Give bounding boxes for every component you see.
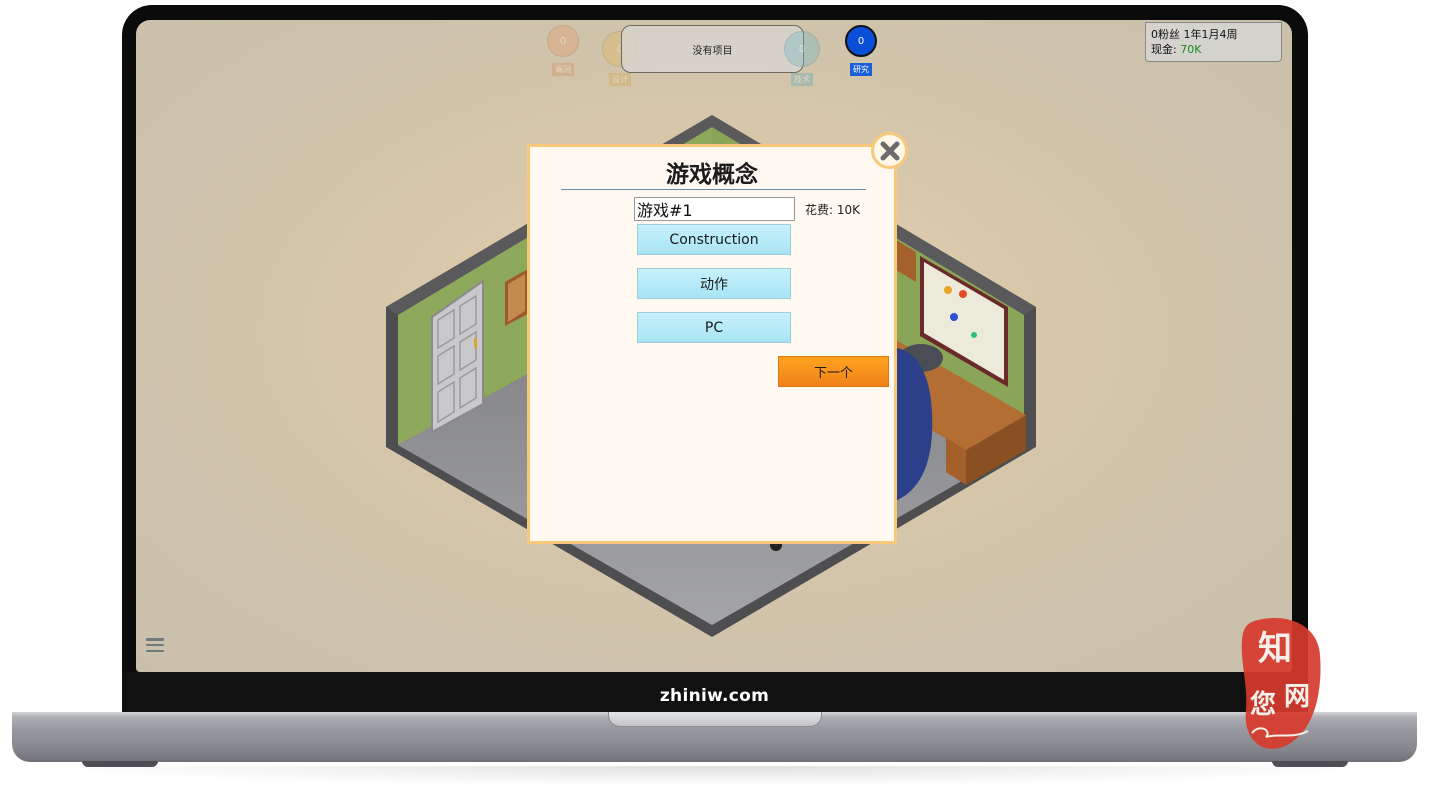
cash-value: 70K bbox=[1180, 43, 1202, 56]
game-screen: 0 漏洞 0 设计 没有项目 0 技术 0 研究 0粉丝 1年1月4周 现金: … bbox=[136, 20, 1292, 672]
tech-counter: 0 bbox=[784, 31, 820, 67]
page: 0 漏洞 0 设计 没有项目 0 技术 0 研究 0粉丝 1年1月4周 现金: … bbox=[0, 0, 1429, 797]
game-name-input[interactable] bbox=[634, 197, 795, 221]
research-counter: 0 bbox=[845, 25, 877, 57]
tech-stat[interactable]: 0 技术 bbox=[784, 31, 820, 86]
laptop-notch bbox=[608, 712, 822, 727]
game-concept-dialog: 游戏概念 花费: 10K Construction 动作 PC 下一个 bbox=[527, 144, 897, 544]
close-icon bbox=[880, 141, 899, 160]
project-status: 没有项目 bbox=[621, 25, 804, 73]
next-button[interactable]: 下一个 bbox=[778, 356, 889, 387]
laptop-foot-left bbox=[82, 761, 158, 767]
fans-date: 0粉丝 1年1月4周 bbox=[1151, 28, 1238, 41]
topic-button[interactable]: Construction bbox=[637, 224, 791, 255]
close-button[interactable] bbox=[871, 132, 908, 169]
laptop-foot-right bbox=[1272, 761, 1348, 767]
cash-line: 现金: 70K bbox=[1151, 42, 1276, 57]
platform-button[interactable]: PC bbox=[637, 312, 791, 343]
bugs-stat[interactable]: 0 漏洞 bbox=[547, 25, 579, 76]
hamburger-menu-icon[interactable] bbox=[146, 638, 164, 652]
cash-label: 现金: bbox=[1151, 43, 1177, 56]
badge-char-3: 您 bbox=[1250, 689, 1276, 720]
site-label: zhiniw.com bbox=[659, 686, 770, 706]
title-divider bbox=[561, 189, 866, 190]
research-stat[interactable]: 0 研究 bbox=[845, 25, 877, 76]
badge-char-1: 知 bbox=[1258, 629, 1292, 669]
watermark-badge: 知 网 您 bbox=[1241, 618, 1321, 749]
dialog-title: 游戏概念 bbox=[666, 162, 758, 188]
bugs-counter: 0 bbox=[547, 25, 579, 57]
info-panel: 0粉丝 1年1月4周 现金: 70K bbox=[1145, 22, 1282, 62]
genre-button[interactable]: 动作 bbox=[637, 268, 791, 299]
tech-label: 技术 bbox=[791, 73, 813, 86]
door-handle bbox=[474, 338, 477, 348]
research-label: 研究 bbox=[850, 63, 872, 76]
laptop-shadow bbox=[40, 766, 1390, 786]
cost-label: 花费: 10K bbox=[805, 203, 860, 217]
design-label: 设计 bbox=[609, 73, 631, 86]
bugs-label: 漏洞 bbox=[552, 63, 574, 76]
badge-char-2: 网 bbox=[1284, 682, 1310, 712]
